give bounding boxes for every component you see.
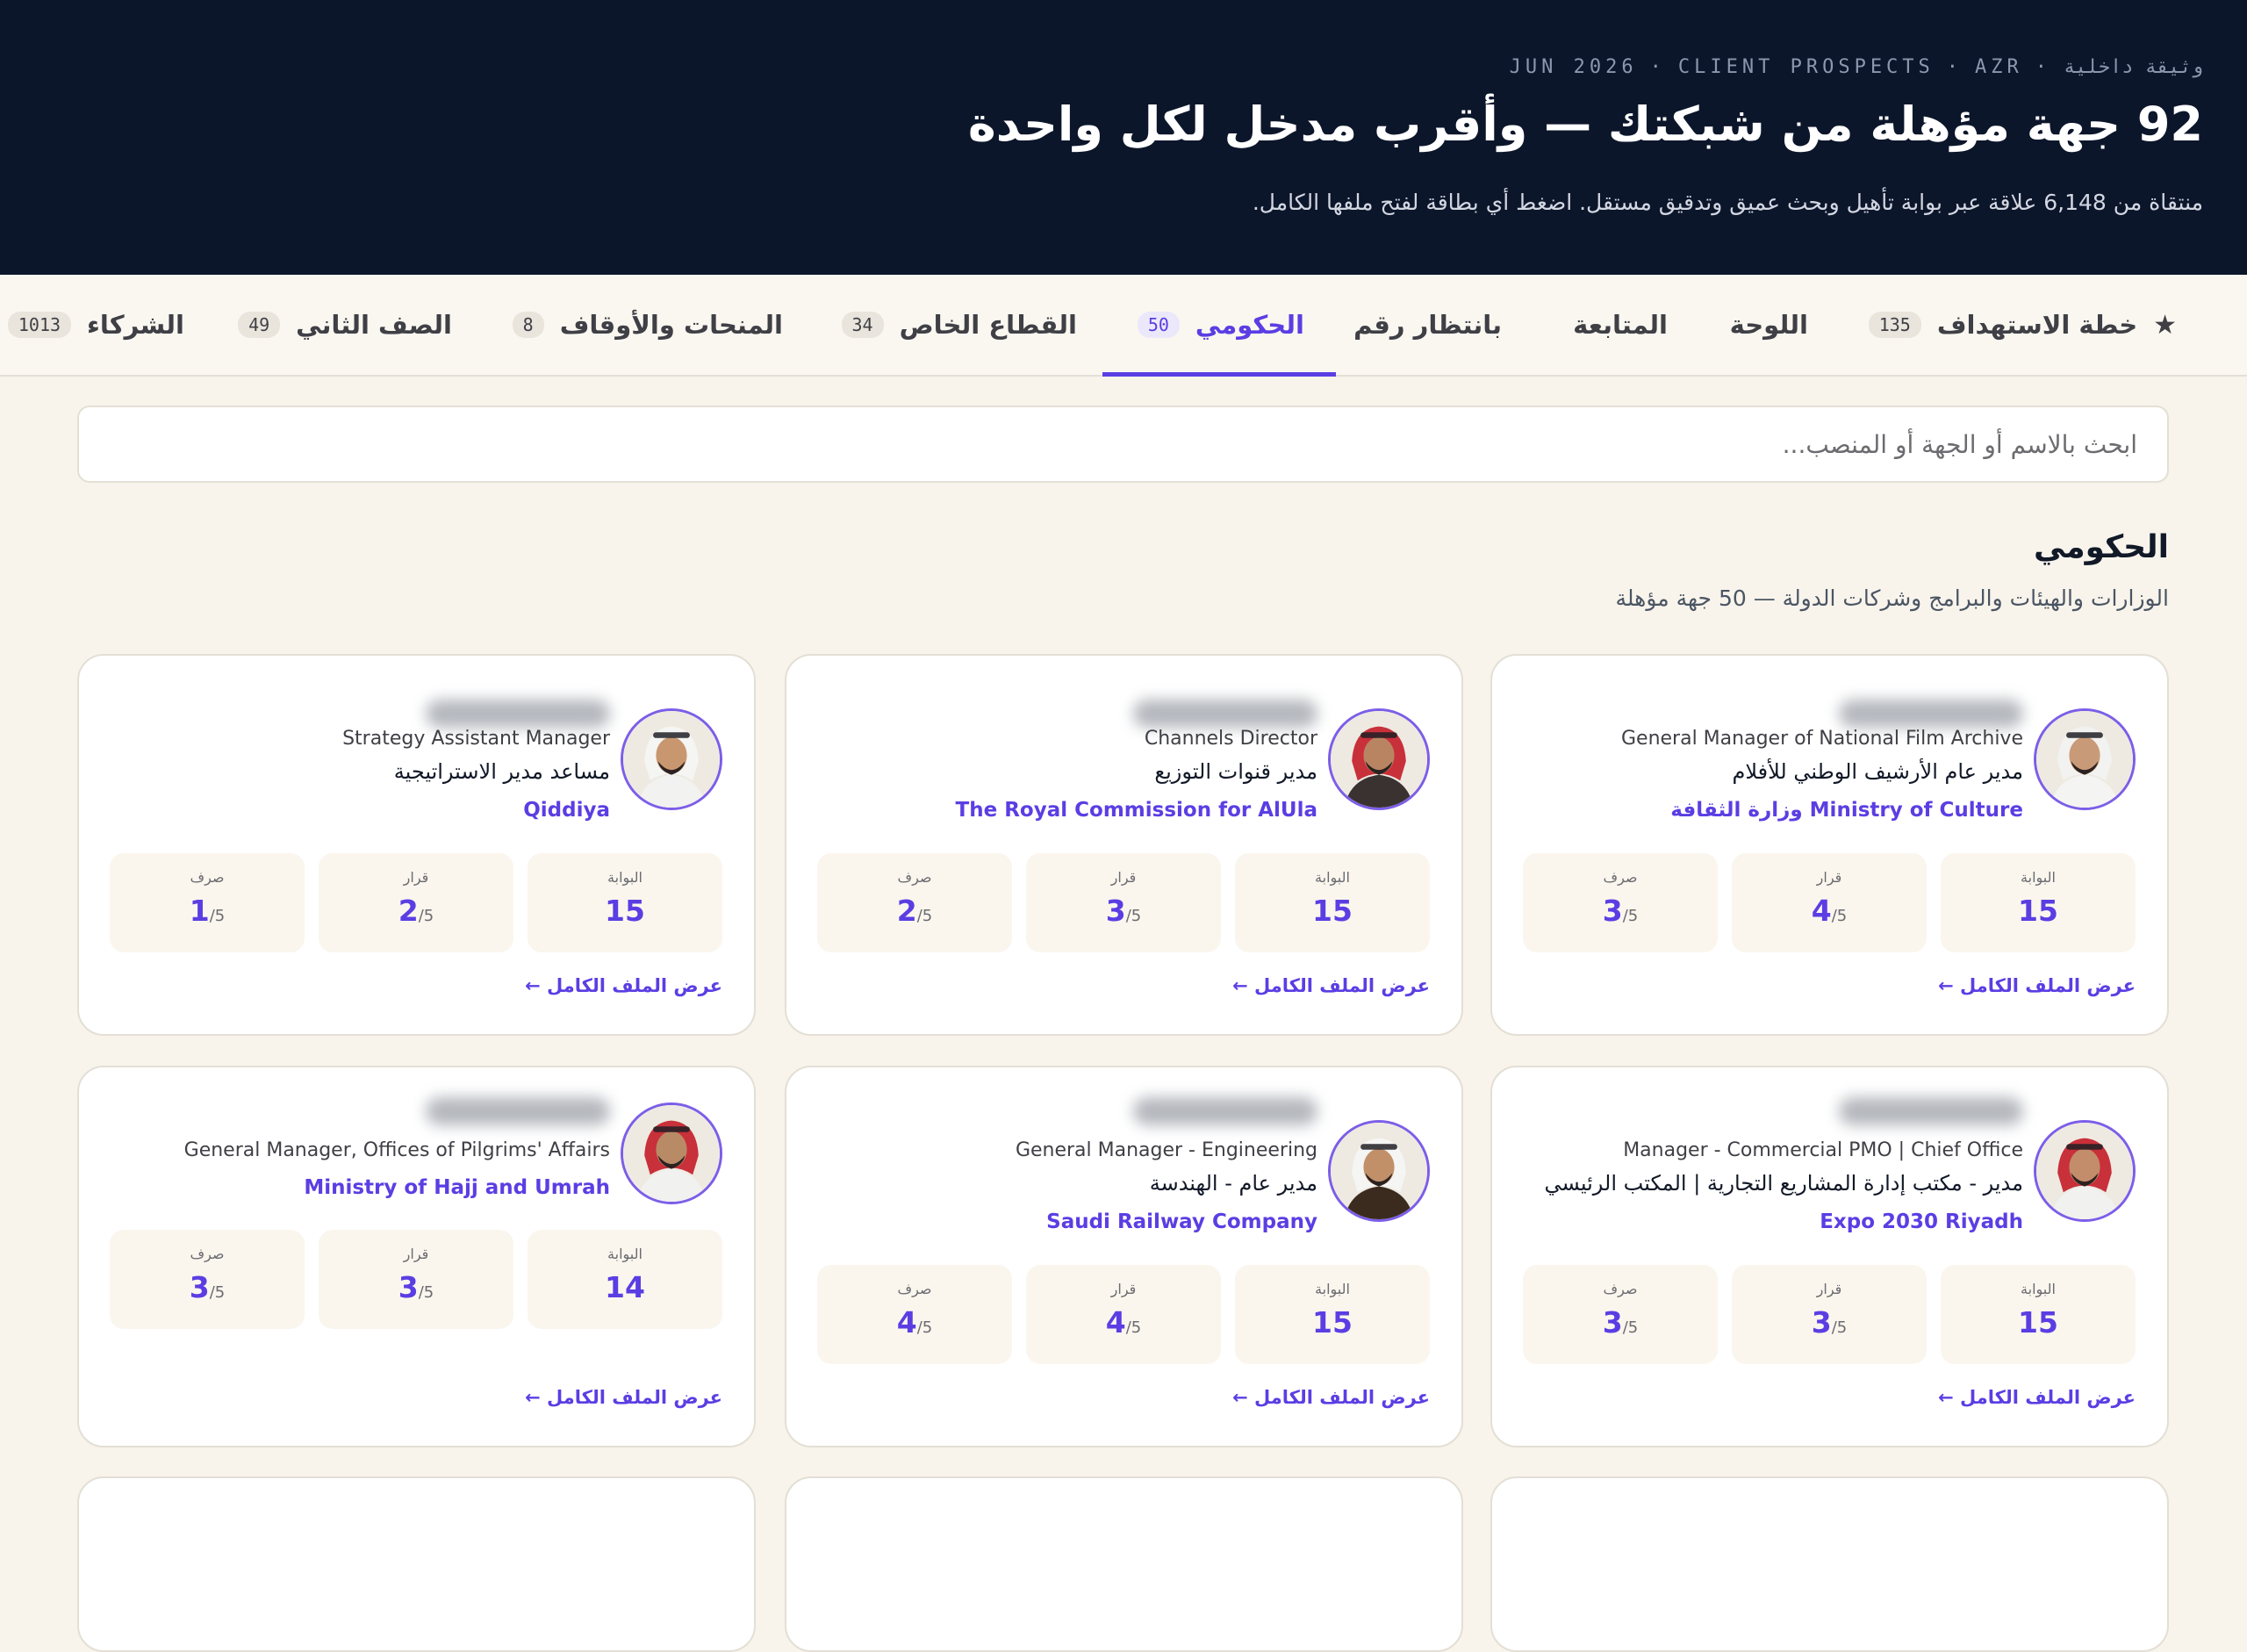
score-spend: صرف 1/5: [110, 853, 305, 952]
section-subtitle: الوزارات والهيئات والبرامج وشركات الدولة…: [1615, 585, 2170, 611]
tab-grants-endowments[interactable]: المنحات والأوقاف 8: [512, 275, 783, 375]
avatar: [2034, 1120, 2136, 1222]
meta-date: JUN 2026: [1509, 56, 1638, 78]
page-title: 92 جهة مؤهلة من شبكتك — وأقرب مدخل لكل و…: [967, 97, 2203, 152]
meta-title: CLIENT PROSPECTS: [1677, 56, 1935, 78]
role-en: General Manager, Offices of Pilgrims' Af…: [183, 1139, 610, 1161]
organization-link[interactable]: Ministry of Hajj and Umrah: [304, 1176, 610, 1199]
score-spend: صرف 4/5: [817, 1265, 1012, 1364]
score-spend: صرف 2/5: [817, 853, 1012, 952]
role-en: General Manager of National Film Archive: [1620, 728, 2023, 750]
tab-count-badge: 34: [841, 312, 884, 338]
tab-count-badge: 50: [1137, 312, 1180, 338]
prospect-card[interactable]: Channels Director مدير قنوات التوزيع The…: [785, 654, 1463, 1036]
name-redacted: [426, 1097, 610, 1125]
prospect-card[interactable]: [77, 1476, 756, 1652]
score-spend: صرف 3/5: [110, 1230, 305, 1329]
role-en: General Manager - Engineering: [1015, 1139, 1317, 1161]
organization-link[interactable]: The Royal Commission for AlUla: [956, 799, 1317, 822]
score-decision: قرار 3/5: [319, 1230, 513, 1329]
role-ar: مدير قنوات التوزيع: [1154, 759, 1317, 784]
score-gate: البوابة 15: [1235, 853, 1430, 952]
prospect-card[interactable]: General Manager, Offices of Pilgrims' Af…: [77, 1066, 756, 1447]
score-decision: قرار 3/5: [1026, 853, 1221, 952]
name-redacted: [1133, 700, 1317, 728]
score-decision: قرار 3/5: [1732, 1265, 1927, 1364]
prospect-card[interactable]: [1490, 1476, 2169, 1652]
meta-brand: AZR: [1975, 56, 2023, 78]
view-profile-link[interactable]: عرض الملف الكامل ←: [525, 975, 722, 996]
role-en: Manager - Commercial PMO | Chief Office: [1623, 1139, 2023, 1161]
score-decision: قرار 2/5: [319, 853, 513, 952]
avatar: [2034, 708, 2136, 810]
prospect-card[interactable]: Manager - Commercial PMO | Chief Office …: [1490, 1066, 2169, 1447]
avatar: [1328, 708, 1430, 810]
avatar: [621, 708, 722, 810]
page-header: JUN 2026 · CLIENT PROSPECTS · AZR · وثيق…: [0, 0, 2247, 275]
organization-link[interactable]: Expo 2030 Riyadh: [1820, 1210, 2023, 1233]
header-meta: JUN 2026 · CLIENT PROSPECTS · AZR · وثيق…: [1509, 56, 2203, 78]
view-profile-link[interactable]: عرض الملف الكامل ←: [525, 1387, 722, 1408]
tab-partners[interactable]: الشركاء 1013: [7, 275, 184, 375]
role-ar: مدير - مكتب إدارة المشاريع التجارية | ال…: [1544, 1171, 2023, 1196]
score-gate: البوابة 14: [528, 1230, 722, 1329]
score-gate: البوابة 15: [1941, 853, 2136, 952]
prospect-card[interactable]: [785, 1476, 1463, 1652]
view-profile-link[interactable]: عرض الملف الكامل ←: [1938, 975, 2136, 996]
score-gate: البوابة 15: [1235, 1265, 1430, 1364]
score-gate: البوابة 15: [528, 853, 722, 952]
view-profile-link[interactable]: عرض الملف الكامل ←: [1232, 975, 1430, 996]
view-profile-link[interactable]: عرض الملف الكامل ←: [1232, 1387, 1430, 1408]
tab-count-badge: 135: [1868, 312, 1921, 338]
role-ar: مساعد مدير الاستراتيجية: [393, 759, 610, 784]
score-spend: صرف 3/5: [1523, 1265, 1718, 1364]
role-ar: مدير عام الأرشيف الوطني للأفلام: [1732, 759, 2023, 784]
organization-link[interactable]: Ministry of Culture وزارة الثقافة: [1670, 799, 2023, 822]
score-gate: البوابة 15: [1941, 1265, 2136, 1364]
page-subtitle: منتقاة من 6,148 علاقة عبر بوابة تأهيل وب…: [1252, 190, 2203, 215]
prospect-card[interactable]: Strategy Assistant Manager مساعد مدير ال…: [77, 654, 756, 1036]
category-tabs: ★ خطة الاستهداف 135 اللوحة المتابعة بانت…: [0, 275, 2247, 377]
score-spend: صرف 3/5: [1523, 853, 1718, 952]
role-en: Strategy Assistant Manager: [342, 728, 610, 750]
tab-count-badge: 1013: [7, 312, 72, 338]
prospect-card[interactable]: General Manager - Engineering مدير عام -…: [785, 1066, 1463, 1447]
meta-internal-doc: وثيقة داخلية: [2064, 56, 2203, 78]
tab-follow-up[interactable]: المتابعة: [1573, 275, 1668, 375]
search-input[interactable]: ابحث بالاسم أو الجهة أو المنصب...: [77, 406, 2169, 483]
role-en: Channels Director: [1144, 728, 1317, 750]
tab-count-badge: 8: [512, 312, 544, 338]
score-decision: قرار 4/5: [1732, 853, 1927, 952]
role-ar: مدير عام - الهندسة: [1149, 1171, 1317, 1196]
section-title: الحكومي: [2033, 529, 2169, 565]
prospect-card[interactable]: General Manager of National Film Archive…: [1490, 654, 2169, 1036]
tab-second-tier[interactable]: الصف الثاني 49: [238, 275, 452, 375]
name-redacted: [426, 700, 610, 728]
name-redacted: [1133, 1097, 1317, 1125]
tab-government[interactable]: الحكومي 50: [1102, 275, 1337, 377]
avatar: [1328, 1120, 1430, 1222]
view-profile-link[interactable]: عرض الملف الكامل ←: [1938, 1387, 2136, 1408]
name-redacted: [1839, 700, 2023, 728]
name-redacted: [1839, 1097, 2023, 1125]
organization-link[interactable]: Saudi Railway Company: [1046, 1210, 1317, 1233]
tab-count-badge: 49: [238, 312, 281, 338]
score-decision: قرار 4/5: [1026, 1265, 1221, 1364]
tab-targeting-plan[interactable]: ★ خطة الاستهداف 135: [1868, 275, 2177, 375]
tab-private-sector[interactable]: القطاع الخاص 34: [841, 275, 1077, 375]
organization-link[interactable]: Qiddiya: [523, 799, 610, 822]
star-icon: ★: [2153, 309, 2177, 341]
tab-dashboard[interactable]: اللوحة: [1730, 275, 1808, 375]
avatar: [621, 1103, 722, 1204]
tab-awaiting-number[interactable]: بانتظار رقم: [1353, 275, 1502, 375]
